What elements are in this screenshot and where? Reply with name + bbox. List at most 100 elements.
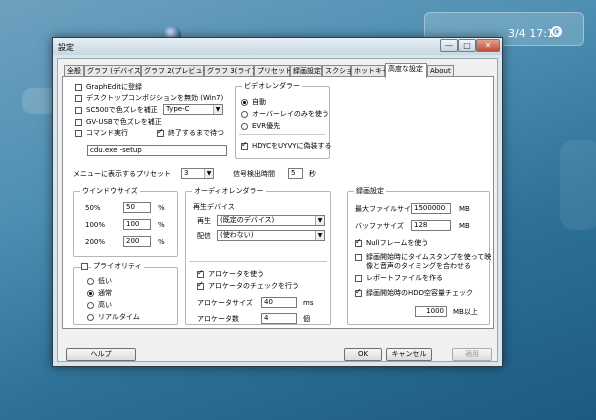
allocator-count-input[interactable]: 4 (261, 313, 297, 324)
signal-time-unit: 秒 (309, 170, 316, 178)
timestamp-sync-label-1: 録画開始時にタイムスタンプを使って映 (366, 253, 492, 261)
size-100-label: 100% (85, 221, 106, 229)
size-50-label: 50% (85, 204, 101, 212)
video-auto-radio[interactable] (241, 99, 248, 106)
max-file-size-unit: MB (459, 205, 470, 213)
video-evr-radio[interactable] (241, 123, 248, 130)
max-file-size-label: 最大ファイルサイズ (355, 205, 418, 213)
signal-time-label: 信号検出時間 (233, 170, 275, 178)
divider (239, 134, 325, 135)
playback-device-heading: 再生デバイス (193, 203, 235, 211)
use-allocator-label: アロケータを使う (208, 270, 264, 278)
sc500-checkbox[interactable] (75, 107, 82, 114)
command-label: コマンド実行 (86, 129, 128, 137)
priority-low-radio[interactable] (87, 278, 94, 285)
priority-normal-radio[interactable] (87, 290, 94, 297)
dialog-client: 全般 グラフ (デバイス) グラフ 2(プレビュー) グラフ 3(ライブ) プリ… (57, 58, 498, 362)
presets-count-value: 3 (184, 169, 189, 177)
buffer-size-input[interactable]: 128 (411, 220, 451, 231)
presets-count-select[interactable]: 3 ▼ (181, 168, 214, 179)
sc500-type-select[interactable]: Type-C ▼ (163, 104, 223, 115)
graphedit-checkbox[interactable] (75, 84, 82, 91)
wait-finish-label: 終了するまで待つ (168, 129, 224, 137)
use-allocator-checkbox[interactable] (197, 268, 204, 278)
maximize-button[interactable]: □ (458, 39, 476, 52)
size-100-input[interactable]: 100 (123, 219, 151, 230)
window-size-title: ウインドウサイズ (80, 187, 140, 196)
chevron-down-icon: ▼ (315, 231, 324, 240)
priority-low-label: 低い (98, 277, 112, 285)
size-200-label: 200% (85, 238, 106, 246)
settings-window: 設定 — □ ✕ 全般 グラフ (デバイス) グラフ 2(プレビュー) グラフ … (52, 37, 503, 367)
distribute-device-value: (使わない) (220, 231, 254, 239)
priority-checkbox[interactable] (81, 263, 88, 270)
report-file-checkbox[interactable] (355, 275, 362, 282)
playback-label: 再生 (197, 217, 211, 225)
max-file-size-input[interactable]: 1500000 (411, 203, 451, 214)
desktop-gadget-shape (560, 140, 596, 230)
window-title: 設定 (58, 43, 74, 52)
close-button[interactable]: ✕ (476, 39, 500, 52)
report-file-label: レポートファイルを作る (366, 274, 443, 282)
sc500-label: SC500で色ズレを補正 (86, 106, 158, 114)
priority-high-radio[interactable] (87, 302, 94, 309)
check-allocator-checkbox[interactable] (197, 280, 204, 290)
chevron-down-icon: ▼ (204, 169, 213, 178)
hdd-check-checkbox[interactable] (355, 287, 362, 297)
hdd-min-input[interactable]: 1000 (415, 306, 447, 317)
gvusb-checkbox[interactable] (75, 119, 82, 126)
minimize-button[interactable]: — (440, 39, 458, 52)
chevron-down-icon: ▼ (213, 105, 222, 114)
title-bar: 設定 — □ ✕ (53, 38, 502, 55)
apply-button[interactable]: 適用 (452, 348, 492, 361)
hdd-check-label: 録画開始時のHDD空容量チェック (366, 289, 474, 297)
priority-normal-label: 通常 (98, 289, 112, 297)
allocator-count-label: アロケータ数 (197, 315, 239, 323)
sc500-type-value: Type-C (166, 105, 190, 113)
advanced-settings-panel: GraphEditに登録 デスクトップコンポジションを無効 (Win7) SC5… (62, 76, 494, 329)
size-50-input[interactable]: 50 (123, 202, 151, 213)
priority-high-label: 高い (98, 301, 112, 309)
check-allocator-label: アロケータのチェックを行う (208, 282, 299, 290)
signal-time-input[interactable]: 5 (288, 168, 303, 179)
video-overlay-label: オーバーレイのみを使う (252, 110, 329, 118)
help-button[interactable]: ヘルプ (66, 348, 136, 361)
command-checkbox[interactable] (75, 130, 82, 137)
size-200-input[interactable]: 200 (123, 236, 151, 247)
tab-advanced[interactable]: 高度な設定 (385, 63, 427, 78)
divider (189, 261, 327, 262)
null-frame-checkbox[interactable] (355, 237, 362, 247)
size-50-unit: % (158, 204, 165, 212)
cancel-button[interactable]: キャンセル (386, 348, 432, 361)
size-100-unit: % (158, 221, 165, 229)
allocator-size-input[interactable]: 40 (261, 297, 297, 308)
allocator-size-label: アロケータサイズ (197, 299, 253, 307)
video-auto-label: 自動 (252, 98, 266, 106)
timestamp-sync-checkbox[interactable] (355, 254, 362, 261)
desktop-composition-checkbox[interactable] (75, 95, 82, 102)
video-overlay-radio[interactable] (241, 111, 248, 118)
video-renderer-title: ビデオレンダラー (242, 82, 302, 91)
recording-title: 録画設定 (354, 187, 386, 196)
ok-button[interactable]: OK (344, 348, 382, 361)
distribute-device-select[interactable]: (使わない) ▼ (217, 230, 325, 241)
distribute-label: 配信 (197, 232, 211, 240)
playback-device-value: (既定のデバイス) (220, 216, 275, 224)
allocator-count-unit: 個 (303, 315, 310, 323)
playback-device-select[interactable]: (既定のデバイス) ▼ (217, 215, 325, 226)
hdyc-label: HDYCをUYVYに偽装する (252, 142, 332, 150)
desktop-composition-label: デスクトップコンポジションを無効 (Win7) (86, 94, 224, 102)
hdyc-checkbox[interactable] (241, 140, 248, 150)
timestamp-sync-label-2: 像と音声のタイミングを合わせる (366, 262, 471, 270)
gvusb-label: GV-USBで色ズレを補正 (86, 118, 162, 126)
priority-realtime-label: リアルタイム (98, 313, 140, 321)
hdd-min-unit: MB以上 (453, 308, 478, 316)
audio-renderer-title: オーディオレンダラー (192, 187, 266, 196)
size-200-unit: % (158, 238, 165, 246)
priority-realtime-radio[interactable] (87, 314, 94, 321)
null-frame-label: Nullフレームを使う (366, 239, 429, 247)
chevron-down-icon: ▼ (315, 216, 324, 225)
wait-finish-checkbox[interactable] (157, 127, 164, 137)
clock-icon (551, 26, 562, 37)
command-input[interactable]: cdu.exe -setup (87, 145, 227, 156)
